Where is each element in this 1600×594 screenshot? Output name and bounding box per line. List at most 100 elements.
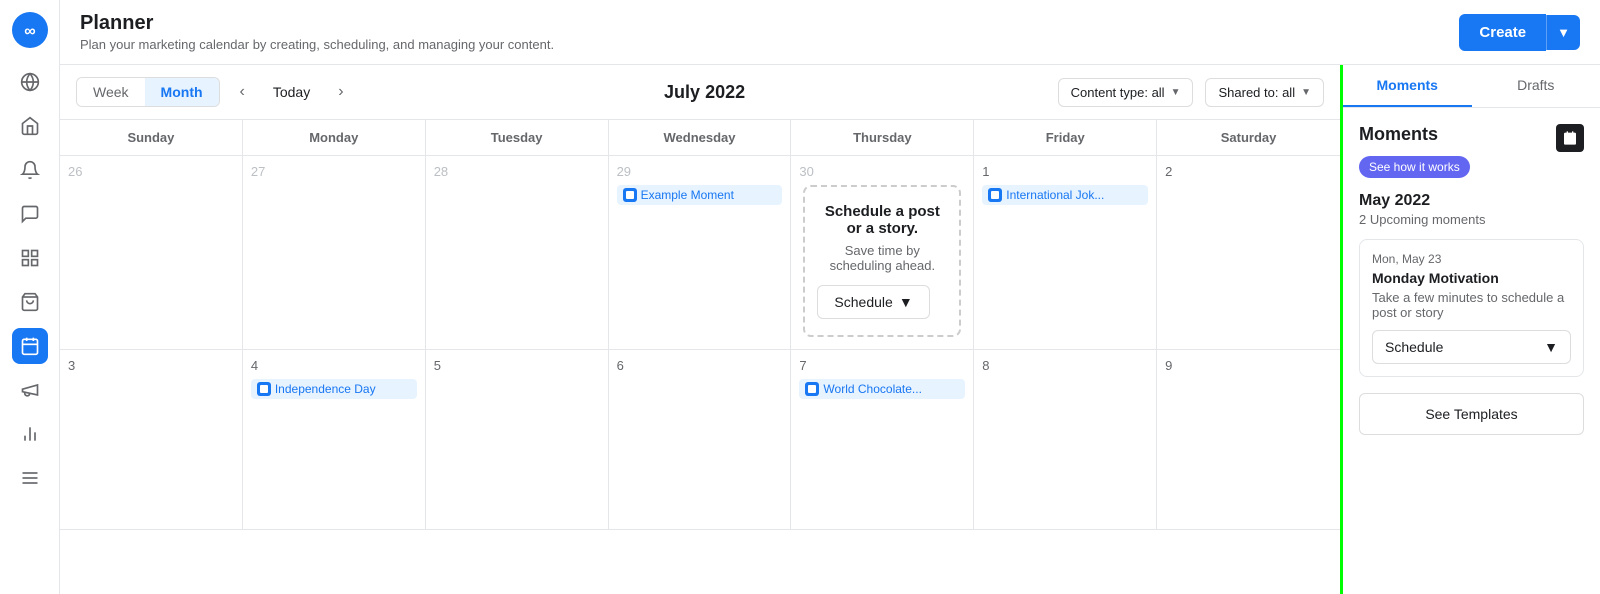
schedule-prompt-subtitle: Save time by scheduling ahead.: [817, 243, 947, 273]
schedule-prompt: Schedule a post or a story. Save time by…: [803, 185, 961, 337]
prev-month-button[interactable]: ‹: [232, 79, 253, 105]
create-button[interactable]: Create: [1459, 14, 1546, 51]
cell-jul5: 5: [426, 350, 609, 529]
moment-date: Mon, May 23: [1372, 252, 1571, 266]
moment-schedule-arrow: ▼: [1544, 339, 1558, 355]
day-headers: Sunday Monday Tuesday Wednesday Thursday…: [60, 120, 1340, 156]
tab-moments[interactable]: Moments: [1343, 65, 1472, 107]
cell-jun28: 28: [426, 156, 609, 349]
shared-to-filter[interactable]: Shared to: all ▼: [1205, 78, 1324, 107]
view-toggle: Week Month: [76, 77, 220, 107]
cell-jun30: 30 Schedule a post or a story. Save time…: [791, 156, 974, 349]
shared-to-label: Shared to: all: [1218, 85, 1295, 100]
cell-date: 7: [799, 358, 965, 373]
cell-date: 4: [251, 358, 417, 373]
schedule-btn-label: Schedule: [834, 294, 892, 310]
calendar-icon[interactable]: [12, 328, 48, 364]
create-dropdown-arrow[interactable]: ▼: [1546, 15, 1580, 50]
day-header-monday: Monday: [243, 120, 426, 155]
schedule-prompt-title: Schedule a post or a story.: [817, 203, 947, 237]
cell-date: 6: [617, 358, 783, 373]
main-area: Planner Plan your marketing calendar by …: [60, 0, 1600, 594]
cell-jul9: 9: [1157, 350, 1340, 529]
menu-icon[interactable]: [12, 460, 48, 496]
cell-jul1: 1 International Jok...: [974, 156, 1157, 349]
panel-tabs: Moments Drafts: [1343, 65, 1600, 108]
cell-jul4: 4 Independence Day: [243, 350, 426, 529]
right-panel: Moments Drafts Moments See how it works …: [1340, 65, 1600, 594]
calendar-month-title: July 2022: [364, 82, 1046, 103]
schedule-prompt-button[interactable]: Schedule ▼: [817, 285, 929, 319]
cell-jul2: 2: [1157, 156, 1340, 349]
cell-date: 8: [982, 358, 1148, 373]
today-button[interactable]: Today: [265, 80, 318, 104]
globe-icon[interactable]: [12, 64, 48, 100]
home-icon[interactable]: [12, 108, 48, 144]
cell-jul6: 6: [609, 350, 792, 529]
shop-icon[interactable]: [12, 284, 48, 320]
cell-date: 30: [799, 164, 965, 179]
cell-date: 3: [68, 358, 234, 373]
day-header-tuesday: Tuesday: [426, 120, 609, 155]
calendar-week-1: 26 27 28 29 Example Mome: [60, 156, 1340, 350]
moment-card: Mon, May 23 Monday Motivation Take a few…: [1359, 239, 1584, 377]
cell-jul7: 7 World Chocolate...: [791, 350, 974, 529]
header-left: Planner Plan your marketing calendar by …: [80, 12, 554, 52]
event-label: Example Moment: [641, 188, 734, 202]
moment-title: Monday Motivation: [1372, 270, 1571, 286]
cell-jun29: 29 Example Moment: [609, 156, 792, 349]
cell-date: 1: [982, 164, 1148, 179]
chat-icon[interactable]: [12, 196, 48, 232]
meta-logo[interactable]: ∞: [12, 12, 48, 48]
day-header-friday: Friday: [974, 120, 1157, 155]
see-templates-button[interactable]: See Templates: [1359, 393, 1584, 435]
bell-icon[interactable]: [12, 152, 48, 188]
day-header-saturday: Saturday: [1157, 120, 1340, 155]
event-icon: [805, 382, 819, 396]
calendar-week-2: 3 4 Independence Day 5: [60, 350, 1340, 530]
page-title: Planner: [80, 12, 554, 35]
moments-section-title: Moments: [1359, 124, 1438, 145]
event-international-joke[interactable]: International Jok...: [982, 185, 1148, 205]
panel-content: Moments See how it works May 2022 2 Upco…: [1343, 108, 1600, 594]
event-label: World Chocolate...: [823, 382, 922, 396]
event-world-chocolate[interactable]: World Chocolate...: [799, 379, 965, 399]
content-area: Week Month ‹ Today › July 2022 Content t…: [60, 65, 1600, 594]
chart-icon[interactable]: [12, 416, 48, 452]
week-view-button[interactable]: Week: [77, 78, 145, 106]
event-icon: [257, 382, 271, 396]
day-header-sunday: Sunday: [60, 120, 243, 155]
content-type-filter[interactable]: Content type: all ▼: [1058, 78, 1194, 107]
moments-month: May 2022: [1359, 192, 1584, 210]
cell-jun26: 26: [60, 156, 243, 349]
cell-date: 2: [1165, 164, 1332, 179]
cell-date: 28: [434, 164, 600, 179]
cell-date: 27: [251, 164, 417, 179]
month-view-button[interactable]: Month: [145, 78, 219, 106]
megaphone-icon[interactable]: [12, 372, 48, 408]
event-label: Independence Day: [275, 382, 376, 396]
tab-drafts[interactable]: Drafts: [1472, 65, 1600, 107]
grid-icon[interactable]: [12, 240, 48, 276]
moment-schedule-button[interactable]: Schedule ▼: [1372, 330, 1571, 364]
schedule-btn-arrow: ▼: [899, 294, 913, 310]
cell-date: 5: [434, 358, 600, 373]
page-description: Plan your marketing calendar by creating…: [80, 37, 554, 52]
shared-to-arrow: ▼: [1301, 87, 1311, 98]
moments-count: 2 Upcoming moments: [1359, 212, 1584, 227]
event-independence-day[interactable]: Independence Day: [251, 379, 417, 399]
event-label: International Jok...: [1006, 188, 1104, 202]
day-header-thursday: Thursday: [791, 120, 974, 155]
event-example-moment[interactable]: Example Moment: [617, 185, 783, 205]
day-header-wednesday: Wednesday: [609, 120, 792, 155]
svg-text:∞: ∞: [24, 23, 35, 40]
content-type-label: Content type: all: [1071, 85, 1165, 100]
cell-jul8: 8: [974, 350, 1157, 529]
cell-jun27: 27: [243, 156, 426, 349]
moments-icon-box: [1556, 124, 1584, 152]
event-icon: [988, 188, 1002, 202]
next-month-button[interactable]: ›: [330, 79, 351, 105]
content-type-arrow: ▼: [1171, 87, 1181, 98]
moment-description: Take a few minutes to schedule a post or…: [1372, 290, 1571, 320]
see-how-button[interactable]: See how it works: [1359, 156, 1470, 178]
